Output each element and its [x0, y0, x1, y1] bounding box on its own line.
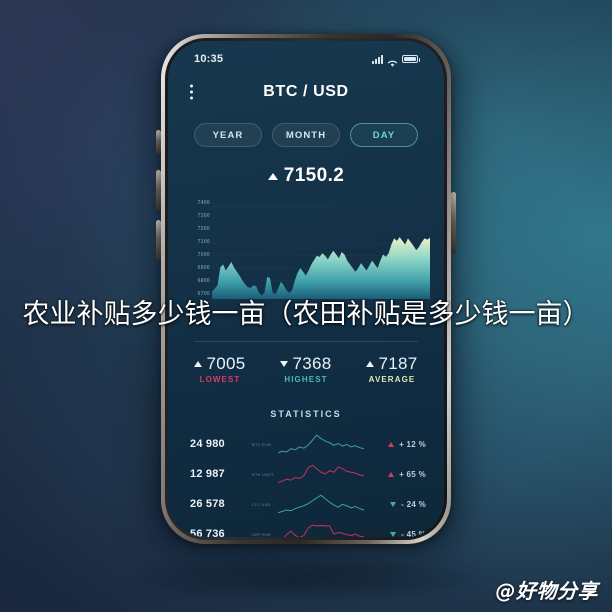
price-area-chart[interactable]: 7400 7300 7200 7100 7000 6900 6800 6700 [168, 198, 444, 301]
price-value: 7150.2 [283, 165, 345, 186]
status-icons [372, 54, 420, 67]
chart-y-axis: 7400 7300 7200 7100 7000 6900 6800 6700 [180, 198, 210, 301]
row-number: 24 980 [190, 438, 225, 450]
watermark: @好物分享 [495, 579, 598, 603]
average-up-triangle-icon [366, 361, 375, 367]
y-tick: 7200 [197, 226, 210, 232]
row-sparkline [278, 493, 364, 515]
highest-label: HIGHEST [284, 375, 328, 384]
phone-frame-inner: 10:35 BTC / USD YEAR MONTH DAY 7150.2 74… [165, 38, 447, 540]
tab-month[interactable]: MONTH [272, 123, 340, 147]
average-label: AVERAGE [368, 375, 416, 384]
row-subtitle: ETH USDT [252, 471, 274, 477]
table-row[interactable]: 24 980 BTC EUR + 12 % [190, 429, 426, 459]
table-row[interactable]: 12 987 ETH USDT + 65 % [190, 459, 426, 489]
row-change: + 12 % [364, 440, 426, 449]
row-sparkline [278, 433, 364, 455]
wifi-icon [387, 55, 398, 67]
average-value: 7187 [378, 354, 418, 373]
row-subtitle: XRP EUR [252, 531, 272, 537]
tab-day[interactable]: DAY [350, 123, 418, 147]
change-value: - 24 % [401, 499, 426, 509]
row-sparkline [278, 523, 364, 537]
app-header: BTC / USD [168, 73, 444, 111]
battery-icon [402, 55, 420, 63]
row-change: - 24 % [364, 500, 426, 509]
signal-bars-icon [372, 54, 383, 64]
power-button[interactable] [451, 192, 456, 254]
section-divider [194, 341, 418, 342]
row-change: - 45 % [364, 529, 426, 538]
y-tick: 7100 [197, 239, 210, 245]
kebab-menu-icon[interactable] [190, 84, 193, 100]
change-value: + 65 % [399, 469, 426, 479]
row-change: + 65 % [364, 470, 426, 479]
stat-highest: 7368 HIGHEST [273, 354, 339, 384]
y-tick: 6900 [197, 265, 210, 271]
change-up-triangle-icon [388, 441, 395, 447]
row-sparkline [278, 463, 364, 485]
status-clock: 10:35 [194, 53, 224, 65]
range-tab-group: YEAR MONTH DAY [168, 123, 444, 147]
summary-stats: 7005 LOWEST 7368 HIGHEST 7187 AVERAGE [168, 354, 444, 384]
phone-screen: 10:35 BTC / USD YEAR MONTH DAY 7150.2 74… [168, 41, 444, 537]
change-value: - 45 % [401, 529, 426, 538]
row-number: 56 736 [190, 528, 225, 537]
y-tick: 7000 [197, 252, 210, 258]
stat-average: 7187 AVERAGE [359, 354, 425, 384]
y-tick: 7400 [197, 200, 210, 206]
highest-down-triangle-icon [280, 361, 289, 367]
y-tick: 6700 [197, 291, 210, 297]
stat-lowest: 7005 LOWEST [187, 354, 253, 384]
phone-floor-shadow [136, 556, 476, 600]
row-number: 26 578 [190, 498, 225, 510]
statistics-list: 24 980 BTC EUR + 12 % 12 987 ETH USDT + … [190, 429, 426, 537]
chart-plot-area [212, 200, 430, 299]
phone-frame: 10:35 BTC / USD YEAR MONTH DAY 7150.2 74… [161, 34, 451, 544]
lowest-up-triangle-icon [194, 361, 203, 367]
row-number: 12 987 [190, 468, 225, 480]
table-row[interactable]: 56 736 XRP EUR - 45 % [190, 519, 426, 537]
price-up-triangle-icon [267, 172, 278, 180]
highest-value: 7368 [292, 354, 332, 373]
change-down-triangle-icon [390, 501, 397, 507]
change-value: + 12 % [399, 439, 426, 449]
y-tick: 6800 [197, 278, 210, 284]
lowest-label: LOWEST [199, 375, 241, 384]
status-bar: 10:35 [168, 41, 444, 71]
page-title: BTC / USD [263, 83, 349, 100]
table-row[interactable]: 26 578 LTC USD - 24 % [190, 489, 426, 519]
phone-mockup: 10:35 BTC / USD YEAR MONTH DAY 7150.2 74… [147, 34, 465, 560]
statistics-heading: STATISTICS [270, 409, 342, 419]
chart-svg [212, 205, 430, 299]
row-subtitle: BTC EUR [252, 441, 272, 447]
lowest-value: 7005 [206, 354, 246, 373]
row-subtitle: LTC USD [252, 501, 271, 507]
current-price: 7150.2 [168, 165, 444, 187]
tab-year[interactable]: YEAR [194, 123, 262, 147]
change-up-triangle-icon [388, 471, 395, 477]
change-down-triangle-icon [390, 531, 397, 537]
y-tick: 7300 [197, 213, 210, 219]
